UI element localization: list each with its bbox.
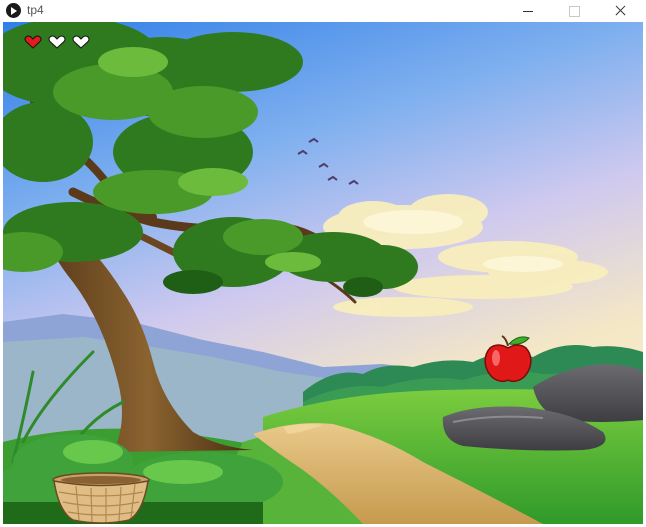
heart-empty-icon <box>48 35 66 49</box>
maximize-button[interactable] <box>552 0 596 22</box>
play-icon <box>6 3 21 18</box>
heart-empty-icon <box>72 35 90 49</box>
window-border-left <box>0 22 3 527</box>
minimize-button[interactable] <box>506 0 550 22</box>
game-canvas[interactable] <box>3 22 643 524</box>
apple-icon[interactable] <box>482 332 534 384</box>
heart-full-icon <box>24 35 42 49</box>
close-button[interactable] <box>598 0 642 22</box>
window-title: tp4 <box>27 3 44 17</box>
window-titlebar: tp4 <box>0 0 646 22</box>
game-background <box>3 22 643 524</box>
basket-icon[interactable] <box>51 472 151 524</box>
